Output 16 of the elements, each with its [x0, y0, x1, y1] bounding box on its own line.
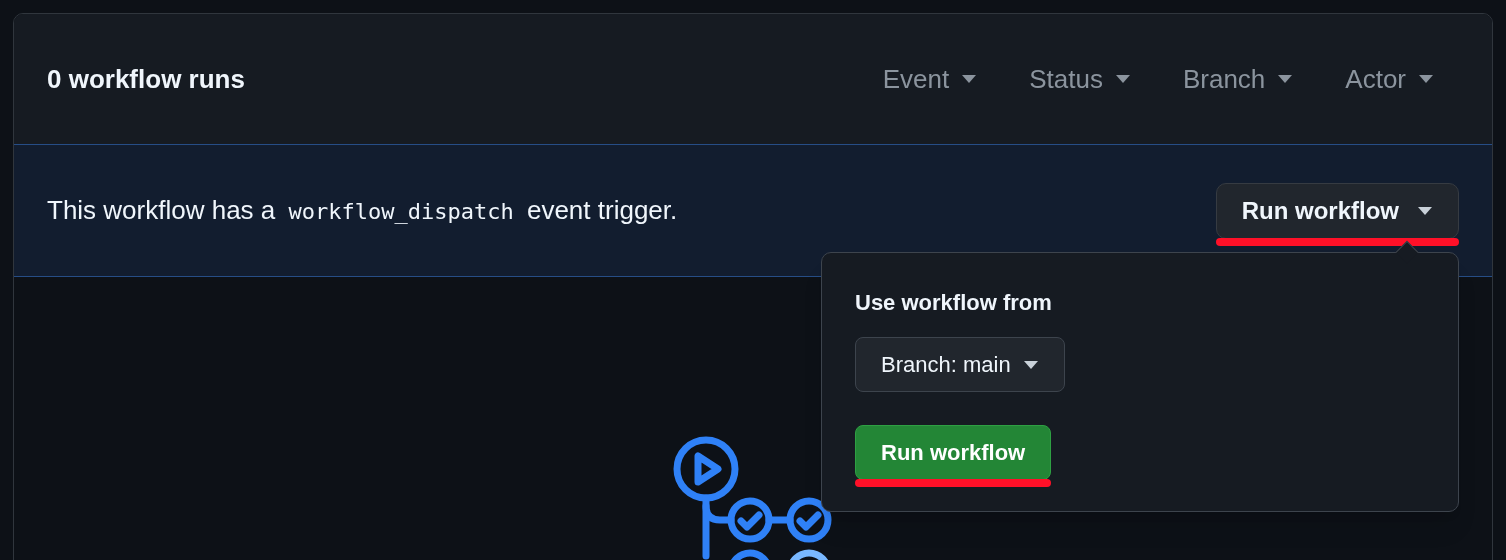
branch-select[interactable]: Branch: main — [855, 337, 1065, 392]
run-workflow-dropdown-button[interactable]: Run workflow — [1215, 182, 1459, 239]
caret-icon — [1277, 74, 1294, 84]
filter-dropdown[interactable]: Event — [882, 59, 978, 99]
filter-dropdown[interactable]: Branch — [1182, 59, 1294, 99]
banner-text: This workflow has a workflow_dispatch event trigger. — [47, 194, 678, 227]
caret-icon — [961, 74, 978, 84]
run-workflow-button[interactable]: Run workflow — [855, 425, 1052, 480]
popover-heading: Use workflow from — [855, 289, 1053, 317]
caret-icon — [1417, 205, 1433, 216]
filter-dropdown[interactable]: Actor — [1345, 59, 1434, 99]
caret-icon — [1114, 74, 1131, 84]
filter-dropdown[interactable]: Status — [1029, 59, 1131, 99]
caret-icon — [1022, 359, 1039, 370]
caret-icon — [1418, 74, 1434, 84]
runs-count-title: 0 workflow runs — [47, 62, 245, 96]
